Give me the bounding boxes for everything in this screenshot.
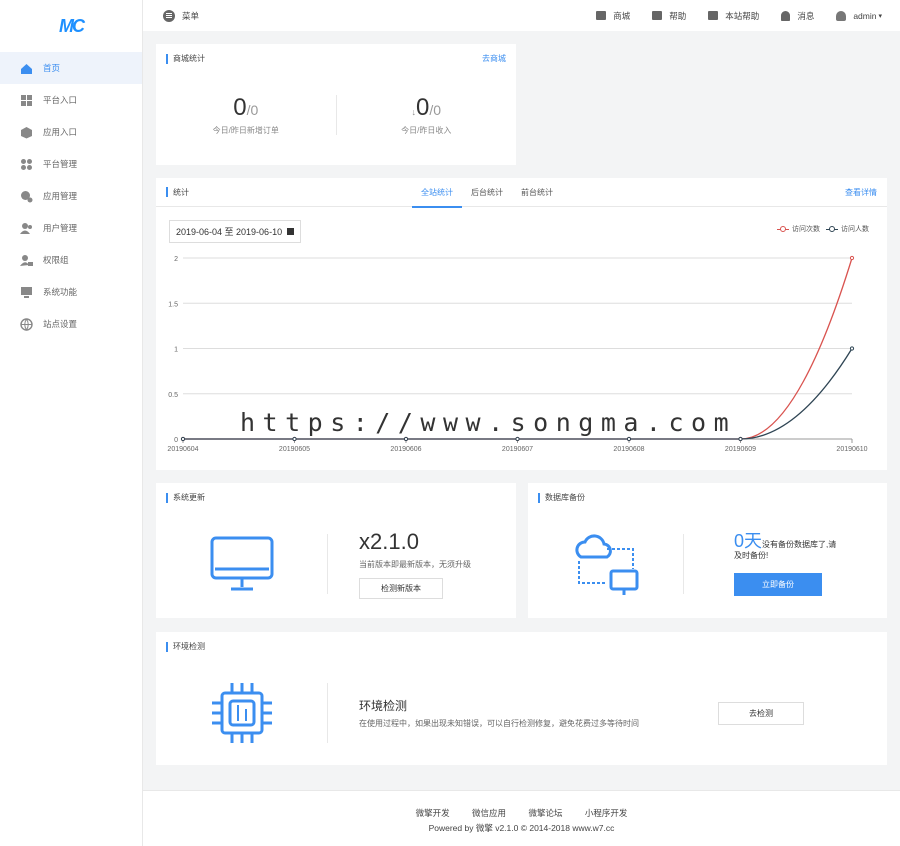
bell-icon <box>781 10 791 21</box>
globe-icon <box>20 317 33 331</box>
mall-stats-panel: 商城统计 去商城 0/0 今日/昨日新增订单 ↓0/0 今日/昨日收入 <box>156 44 516 165</box>
sidebar-item-2[interactable]: 应用入口 <box>0 116 142 148</box>
series-1-point[interactable] <box>849 346 855 351</box>
x-tick-label: 20190609 <box>725 446 756 453</box>
x-tick-label: 20190608 <box>613 446 644 453</box>
version-desc: 当前版本即最新版本，无须升级 <box>359 560 471 569</box>
app-manage-icon <box>20 190 33 203</box>
sidebar: MC 首页平台入口应用入口平台管理应用管理用户管理权限组系统功能站点设置 <box>0 0 143 846</box>
cloud-backup-icon <box>528 531 683 597</box>
series-1-point[interactable] <box>292 436 297 442</box>
footer-link-miniprogram[interactable]: 小程序开发 <box>585 808 628 818</box>
sidebar-item-1[interactable]: 平台入口 <box>0 84 142 116</box>
sidebar-item-label: 平台管理 <box>43 159 78 169</box>
backup-now-button[interactable]: 立即备份 <box>734 572 822 596</box>
x-tick-label: 20190606 <box>390 446 421 453</box>
users-icon <box>20 222 33 235</box>
series-1-point[interactable] <box>626 436 632 442</box>
top-link-messages[interactable]: 消息 <box>781 10 814 22</box>
copyright: Powered by 微擎 v2.1.0 © 2014-2018 www.w7.… <box>428 823 615 833</box>
site-help-icon <box>708 11 719 20</box>
user-menu[interactable]: admin ▾ <box>836 10 882 21</box>
panel-title: 环境检测 <box>173 642 205 651</box>
env-check-panel: 环境检测 环境检测 在使用过程中，如果出现未知错误，可以自行检测修复，避免花费过… <box>156 632 887 765</box>
x-tick-label: 20190607 <box>502 446 533 453</box>
y-tick-label: 1 <box>174 347 178 354</box>
x-tick-label: 20190610 <box>836 446 867 453</box>
env-heading: 环境检测 <box>359 699 408 713</box>
grid-icon <box>20 94 33 107</box>
monitor-icon <box>20 286 33 299</box>
orders-stat: 0/0 今日/昨日新增订单 <box>212 94 279 135</box>
check-update-button[interactable]: 检测新版本 <box>359 578 443 599</box>
home-icon <box>20 62 33 75</box>
footer-link-forum[interactable]: 微擎论坛 <box>528 808 562 818</box>
env-desc: 在使用过程中，如果出现未知错误，可以自行检测修复，避免花费过多等待时间 <box>359 719 639 728</box>
y-tick-label: 2 <box>174 256 178 263</box>
menu-label: 菜单 <box>182 10 200 21</box>
env-check-button[interactable]: 去检测 <box>718 701 804 725</box>
menu-icon <box>163 9 175 22</box>
top-link-mall[interactable]: 商城 <box>596 10 630 22</box>
sidebar-item-5[interactable]: 用户管理 <box>0 212 142 244</box>
go-mall-link[interactable]: 去商城 <box>482 53 506 64</box>
sidebar-item-label: 权限组 <box>43 255 69 265</box>
sidebar-item-0[interactable]: 首页 <box>0 52 142 84</box>
sidebar-item-3[interactable]: 平台管理 <box>0 148 142 180</box>
sidebar-item-8[interactable]: 站点设置 <box>0 308 142 340</box>
series-1-point[interactable] <box>515 436 520 442</box>
apps-icon <box>20 158 33 171</box>
y-tick-label: 0 <box>174 437 178 444</box>
series-1-point[interactable] <box>180 436 186 442</box>
sidebar-item-label: 应用入口 <box>43 127 78 137</box>
help-icon <box>652 11 663 20</box>
panel-title: 数据库备份 <box>545 493 585 502</box>
shop-icon <box>596 11 607 20</box>
series-1-point[interactable] <box>738 436 743 442</box>
backup-panel: 数据库备份 0天没有备份数据库了,请及时备份! 立即备份 <box>528 483 887 618</box>
income-stat: ↓0/0 今日/昨日收入 <box>401 94 452 135</box>
sidebar-item-label: 应用管理 <box>43 191 78 201</box>
y-tick-label: 0.5 <box>168 392 178 399</box>
sidebar-item-label: 用户管理 <box>43 223 78 233</box>
chip-icon <box>156 681 327 745</box>
logo[interactable]: MC <box>0 0 142 52</box>
user-icon <box>836 10 847 21</box>
top-link-help[interactable]: 帮助 <box>652 10 686 22</box>
footer: 微擎开发 微信应用 微擎论坛 小程序开发 Powered by 微擎 v2.1.… <box>143 790 900 846</box>
version-number: x2.1.0 <box>359 529 419 554</box>
footer-link-wechat[interactable]: 微信应用 <box>472 808 506 818</box>
series-1-point[interactable] <box>403 436 409 442</box>
panel-title: 商城统计 <box>173 54 205 63</box>
caret-down-icon: ▾ <box>878 12 882 20</box>
sidebar-item-6[interactable]: 权限组 <box>0 244 142 276</box>
sidebar-item-7[interactable]: 系统功能 <box>0 276 142 308</box>
footer-link-dev[interactable]: 微擎开发 <box>416 808 450 818</box>
sidebar-item-4[interactable]: 应用管理 <box>0 180 142 212</box>
menu-toggle-button[interactable]: 菜单 <box>163 9 200 22</box>
series-0-point[interactable] <box>849 255 855 261</box>
cube-icon <box>20 126 33 139</box>
user-lock-icon <box>20 254 33 267</box>
x-tick-label: 20190605 <box>279 446 310 453</box>
top-link-site-help[interactable]: 本站帮助 <box>708 10 759 22</box>
x-tick-label: 20190604 <box>167 446 198 453</box>
y-tick-label: 1.5 <box>168 301 178 308</box>
sidebar-item-label: 平台入口 <box>43 95 78 105</box>
panel-title: 系统更新 <box>173 493 205 502</box>
backup-days: 0天 <box>734 531 763 552</box>
monitor-icon <box>156 535 327 593</box>
sidebar-item-label: 站点设置 <box>43 319 78 329</box>
sidebar-item-label: 首页 <box>43 63 61 73</box>
watermark: https://www.songma.com <box>240 408 737 437</box>
topbar: 菜单 商城 帮助 本站帮助 消息 admin ▾ <box>143 0 900 31</box>
system-update-panel: 系统更新 x2.1.0 当前版本即最新版本，无须升级 检测新版本 <box>156 483 516 618</box>
sidebar-item-label: 系统功能 <box>43 287 78 297</box>
